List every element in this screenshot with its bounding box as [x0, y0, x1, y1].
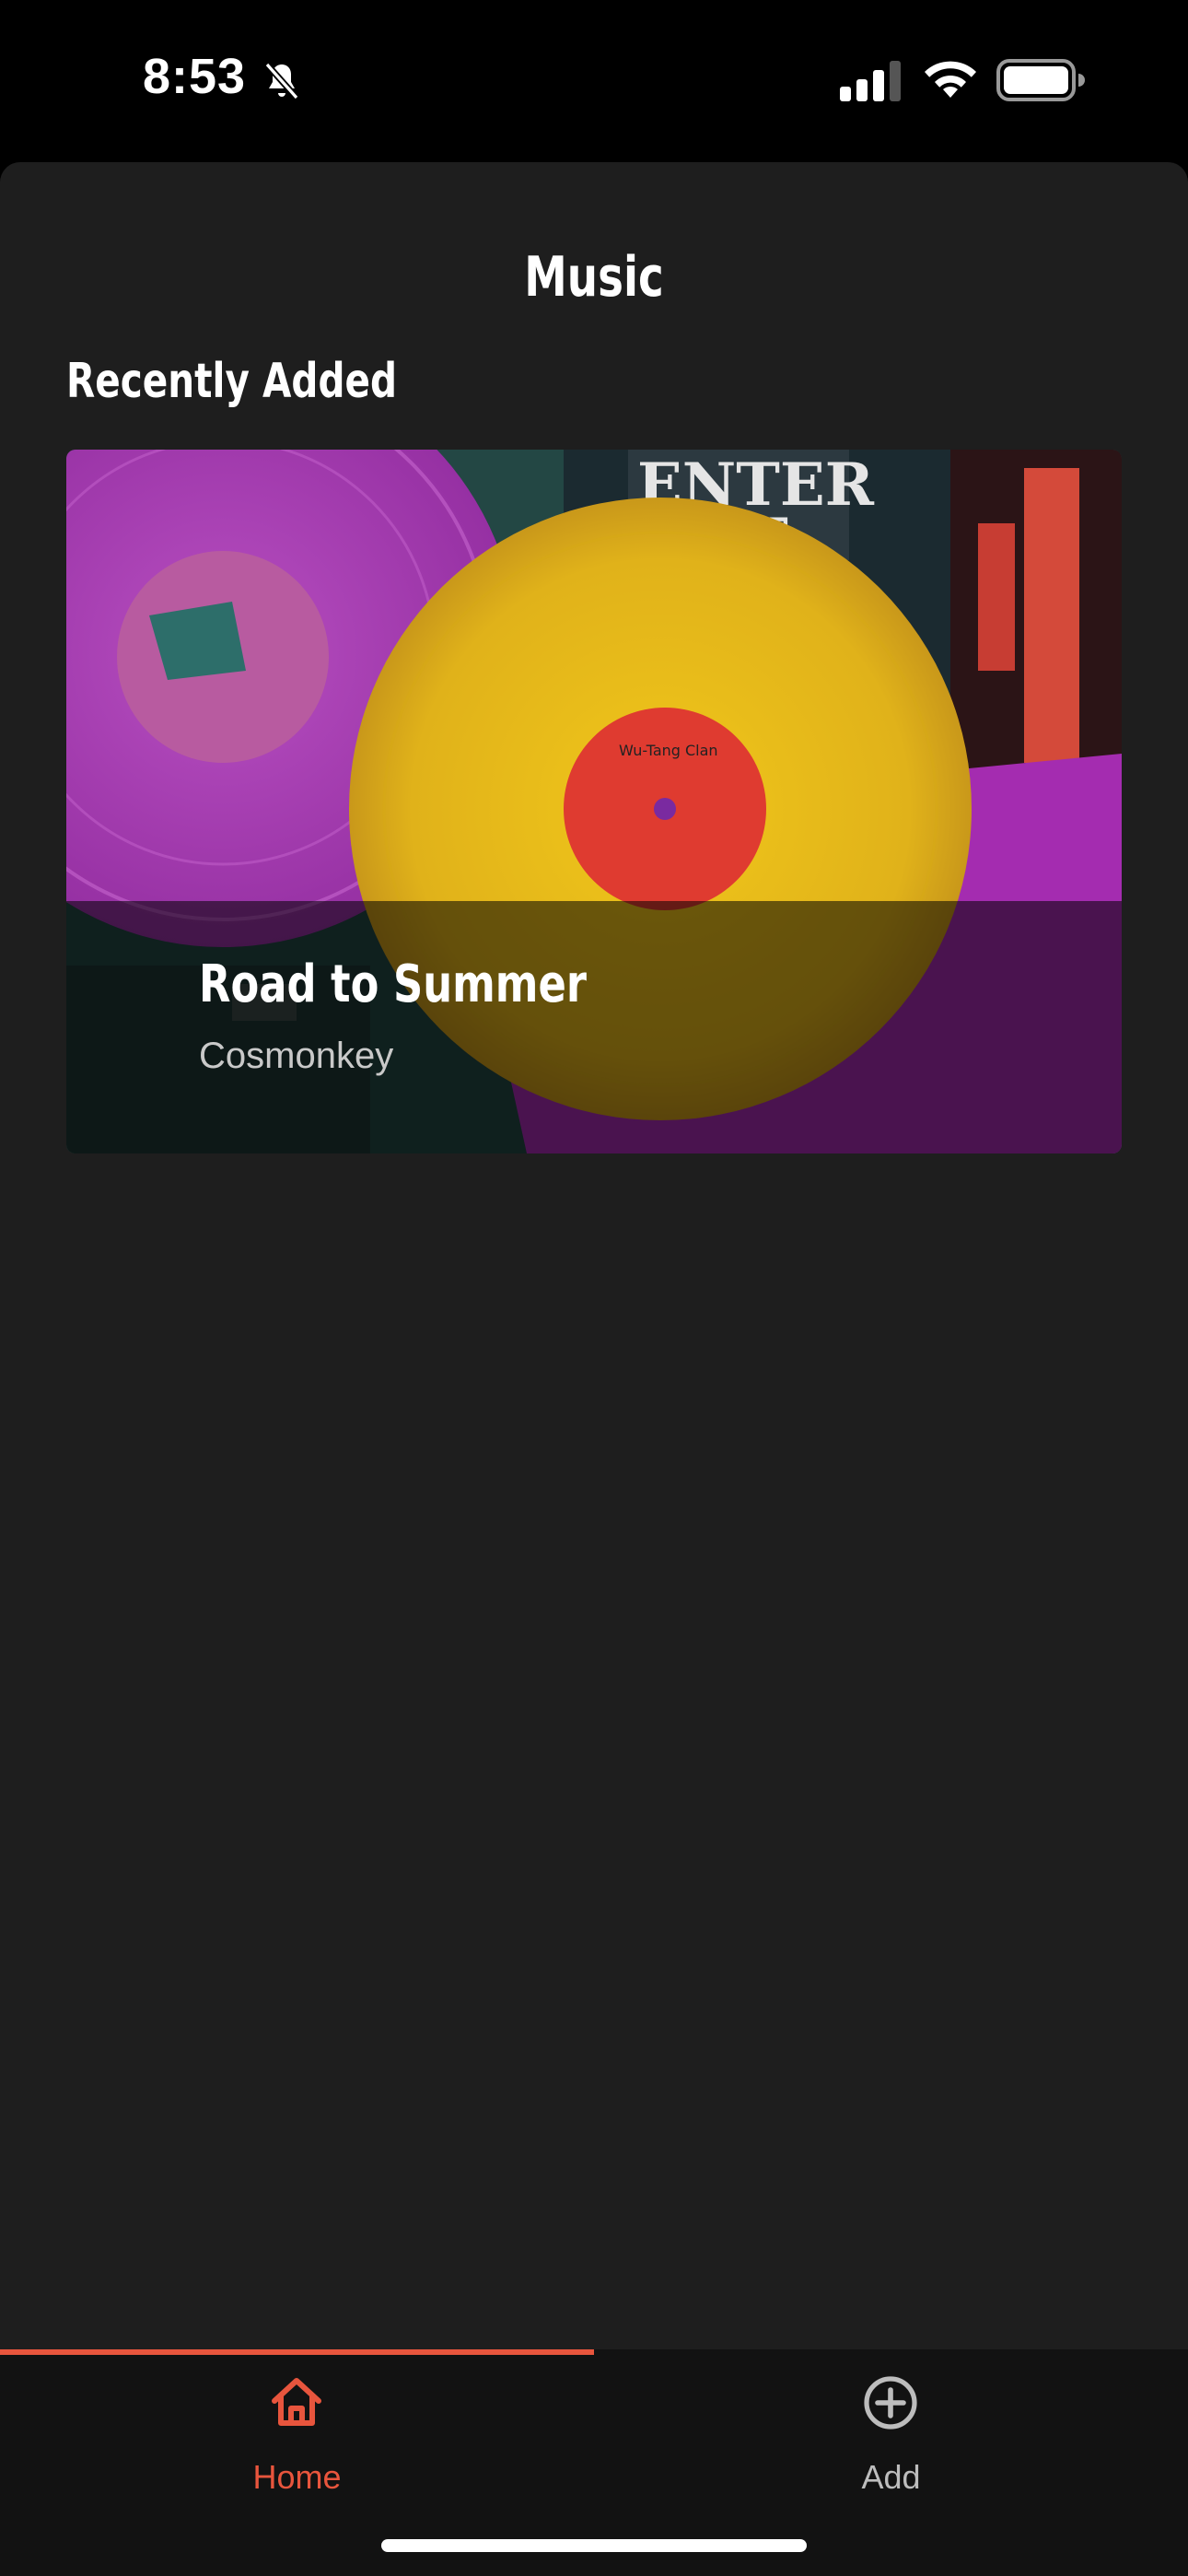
home-indicator[interactable] [381, 2539, 807, 2552]
status-time: 8:53 [143, 49, 247, 104]
wifi-icon [925, 61, 976, 98]
album-card[interactable]: ENTER THE Wu-Tang Clan Road to Summer [66, 450, 1122, 1153]
house-icon [272, 2378, 321, 2426]
bell-slash-icon [264, 62, 299, 100]
status-bar: 8:53 [0, 0, 1188, 162]
cellular-signal-icon [840, 61, 901, 101]
album-title: Road to Summer [199, 954, 587, 1014]
tab-add-label: Add [861, 2458, 921, 2496]
plus-circle-icon [864, 2376, 917, 2430]
tab-add[interactable]: Add [594, 2355, 1188, 2512]
tab-home[interactable]: Home [0, 2355, 594, 2512]
svg-text:Wu-Tang Clan: Wu-Tang Clan [619, 742, 718, 759]
main-screen: Music Recently Added ENTER THE [0, 162, 1188, 2576]
tab-home-label: Home [252, 2458, 342, 2496]
album-artist: Cosmonkey [199, 1036, 394, 1076]
page-title: Music [524, 245, 664, 310]
card-caption-overlay [66, 901, 1122, 1153]
battery-icon [996, 59, 1085, 101]
section-title-recently-added: Recently Added [66, 354, 398, 409]
